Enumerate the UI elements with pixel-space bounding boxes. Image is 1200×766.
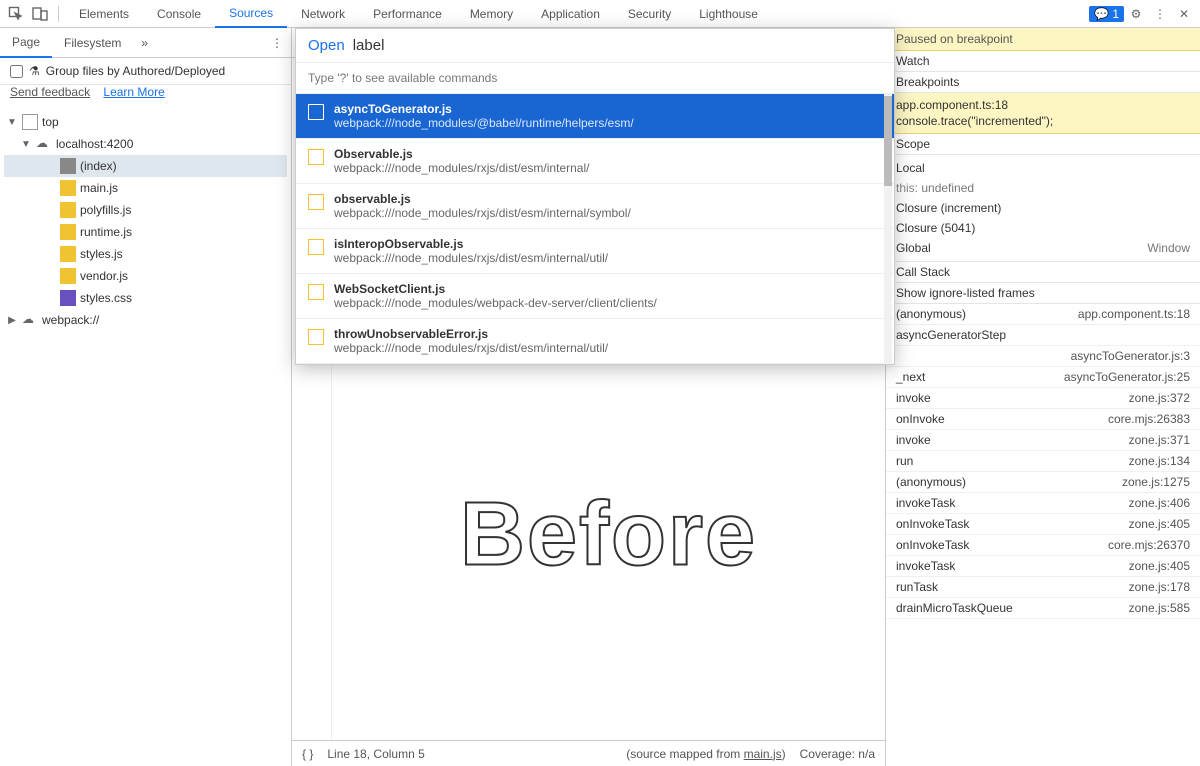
tab-sources[interactable]: Sources bbox=[215, 0, 287, 28]
tree-file[interactable]: vendor.js bbox=[4, 265, 287, 287]
file-icon bbox=[60, 268, 76, 284]
file-icon bbox=[308, 104, 324, 120]
main-js-link[interactable]: main.js bbox=[744, 747, 782, 761]
stack-frame[interactable]: invokeTaskzone.js:405 bbox=[886, 556, 1200, 577]
chat-icon: 💬 bbox=[1094, 7, 1109, 21]
stack-frame[interactable]: onInvokecore.mjs:26383 bbox=[886, 409, 1200, 430]
quick-open-label: Open bbox=[308, 37, 345, 54]
stack-frame[interactable]: _nextasyncToGenerator.js:25 bbox=[886, 367, 1200, 388]
stack-frame[interactable]: invokezone.js:371 bbox=[886, 430, 1200, 451]
file-icon bbox=[60, 158, 76, 174]
quick-open-item[interactable]: observable.jswebpack:///node_modules/rxj… bbox=[296, 184, 894, 229]
stack-frame[interactable]: asyncToGenerator.js:3 bbox=[886, 346, 1200, 367]
paused-banner: Paused on breakpoint bbox=[886, 28, 1200, 51]
pretty-print-icon[interactable]: { } bbox=[302, 747, 313, 761]
tree-file[interactable]: runtime.js bbox=[4, 221, 287, 243]
stack-frame[interactable]: asyncGeneratorStep bbox=[886, 325, 1200, 346]
send-feedback-link[interactable]: Send feedback bbox=[10, 85, 90, 99]
stack-frame[interactable]: (anonymous)app.component.ts:18 bbox=[886, 304, 1200, 325]
gear-icon[interactable]: ⚙ bbox=[1124, 2, 1148, 26]
cloud-icon: ☁ bbox=[36, 136, 52, 152]
tab-application[interactable]: Application bbox=[527, 0, 614, 28]
quick-open-item[interactable]: throwUnobservableError.jswebpack:///node… bbox=[296, 319, 894, 364]
cursor-position: Line 18, Column 5 bbox=[327, 747, 424, 761]
tree-host[interactable]: ▼☁localhost:4200 bbox=[4, 133, 287, 155]
tree-file[interactable]: (index) bbox=[4, 155, 287, 177]
flask-icon: ⚗ bbox=[29, 64, 40, 78]
tab-page[interactable]: Page bbox=[0, 28, 52, 58]
tree-file[interactable]: styles.css bbox=[4, 287, 287, 309]
stack-frame[interactable]: runzone.js:134 bbox=[886, 451, 1200, 472]
tab-elements[interactable]: Elements bbox=[65, 0, 143, 28]
stack-frame[interactable]: invokezone.js:372 bbox=[886, 388, 1200, 409]
file-icon bbox=[308, 284, 324, 300]
tab-network[interactable]: Network bbox=[287, 0, 359, 28]
tab-console[interactable]: Console bbox=[143, 0, 215, 28]
source-map-note: (source mapped from main.js) bbox=[626, 747, 785, 761]
file-icon bbox=[60, 246, 76, 262]
breakpoint-hit[interactable]: app.component.ts:18 console.trace("incre… bbox=[886, 93, 1200, 134]
stack-frame[interactable]: drainMicroTaskQueuezone.js:585 bbox=[886, 598, 1200, 619]
stack-frame[interactable]: onInvokeTaskzone.js:405 bbox=[886, 514, 1200, 535]
file-icon bbox=[60, 202, 76, 218]
tree-top[interactable]: ▼top bbox=[4, 111, 287, 133]
file-icon bbox=[60, 180, 76, 196]
scope-section[interactable]: Scope bbox=[886, 134, 1200, 155]
file-tree: ▼top ▼☁localhost:4200 (index)main.jspoly… bbox=[0, 107, 291, 766]
issues-badge[interactable]: 💬1 bbox=[1089, 6, 1124, 22]
quick-open-item[interactable]: Observable.jswebpack:///node_modules/rxj… bbox=[296, 139, 894, 184]
quick-open-hint: Type '?' to see available commands bbox=[296, 63, 894, 94]
overlay-label: Before bbox=[460, 527, 757, 544]
file-icon bbox=[308, 329, 324, 345]
tab-filesystem[interactable]: Filesystem bbox=[52, 28, 133, 58]
quick-open-results: asyncToGenerator.jswebpack:///node_modul… bbox=[296, 94, 894, 364]
stack-frame[interactable]: (anonymous)zone.js:1275 bbox=[886, 472, 1200, 493]
scrollbar[interactable] bbox=[884, 94, 892, 364]
file-icon bbox=[60, 290, 76, 306]
tab-lighthouse[interactable]: Lighthouse bbox=[685, 0, 772, 28]
tree-file[interactable]: styles.js bbox=[4, 243, 287, 265]
group-files-bar: ⚗ Group files by Authored/Deployed bbox=[0, 58, 291, 85]
stack-frame[interactable]: runTaskzone.js:178 bbox=[886, 577, 1200, 598]
kebab-icon[interactable]: ⋮ bbox=[1148, 2, 1172, 26]
callstack-section[interactable]: Call Stack bbox=[886, 262, 1200, 283]
group-files-input[interactable] bbox=[10, 65, 23, 78]
stack-frame[interactable]: invokeTaskzone.js:406 bbox=[886, 493, 1200, 514]
scroll-thumb[interactable] bbox=[884, 96, 892, 186]
tab-security[interactable]: Security bbox=[614, 0, 685, 28]
watch-section[interactable]: Watch bbox=[886, 51, 1200, 72]
file-icon bbox=[308, 149, 324, 165]
quick-open-input[interactable] bbox=[353, 37, 882, 54]
kebab-icon[interactable]: ⋮ bbox=[263, 36, 291, 50]
quick-open-dialog: Open Type '?' to see available commands … bbox=[295, 28, 895, 365]
sources-subtabs: Page Filesystem » ⋮ bbox=[0, 28, 291, 58]
coverage-note: Coverage: n/a bbox=[800, 747, 875, 761]
tab-performance[interactable]: Performance bbox=[359, 0, 456, 28]
file-icon bbox=[308, 239, 324, 255]
tree-file[interactable]: polyfills.js bbox=[4, 199, 287, 221]
cloud-icon: ☁ bbox=[22, 312, 38, 328]
tree-webpack[interactable]: ▶☁webpack:// bbox=[4, 309, 287, 331]
stack-frame[interactable]: onInvokeTaskcore.mjs:26370 bbox=[886, 535, 1200, 556]
call-stack-list: (anonymous)app.component.ts:18asyncGener… bbox=[886, 304, 1200, 766]
quick-open-item[interactable]: WebSocketClient.jswebpack:///node_module… bbox=[296, 274, 894, 319]
show-ignore-listed[interactable]: Show ignore-listed frames bbox=[886, 283, 1200, 304]
quick-open-item[interactable]: asyncToGenerator.jswebpack:///node_modul… bbox=[296, 94, 894, 139]
group-files-checkbox[interactable]: ⚗ Group files by Authored/Deployed bbox=[10, 64, 281, 78]
tab-memory[interactable]: Memory bbox=[456, 0, 527, 28]
inspect-icon[interactable] bbox=[4, 2, 28, 26]
breakpoints-section[interactable]: Breakpoints bbox=[886, 72, 1200, 93]
tree-file[interactable]: main.js bbox=[4, 177, 287, 199]
device-icon[interactable] bbox=[28, 2, 52, 26]
close-icon[interactable]: ✕ bbox=[1172, 2, 1196, 26]
quick-open-item[interactable]: isInteropObservable.jswebpack:///node_mo… bbox=[296, 229, 894, 274]
file-icon bbox=[308, 194, 324, 210]
devtools-toolbar: ElementsConsoleSourcesNetworkPerformance… bbox=[0, 0, 1200, 28]
learn-more-link[interactable]: Learn More bbox=[103, 85, 164, 99]
more-tabs-icon[interactable]: » bbox=[133, 36, 156, 50]
scope-local[interactable]: Local this: undefined Closure (increment… bbox=[886, 155, 1200, 262]
frame-icon bbox=[22, 114, 38, 130]
status-bar: { } Line 18, Column 5 (source mapped fro… bbox=[292, 740, 885, 766]
file-icon bbox=[60, 224, 76, 240]
